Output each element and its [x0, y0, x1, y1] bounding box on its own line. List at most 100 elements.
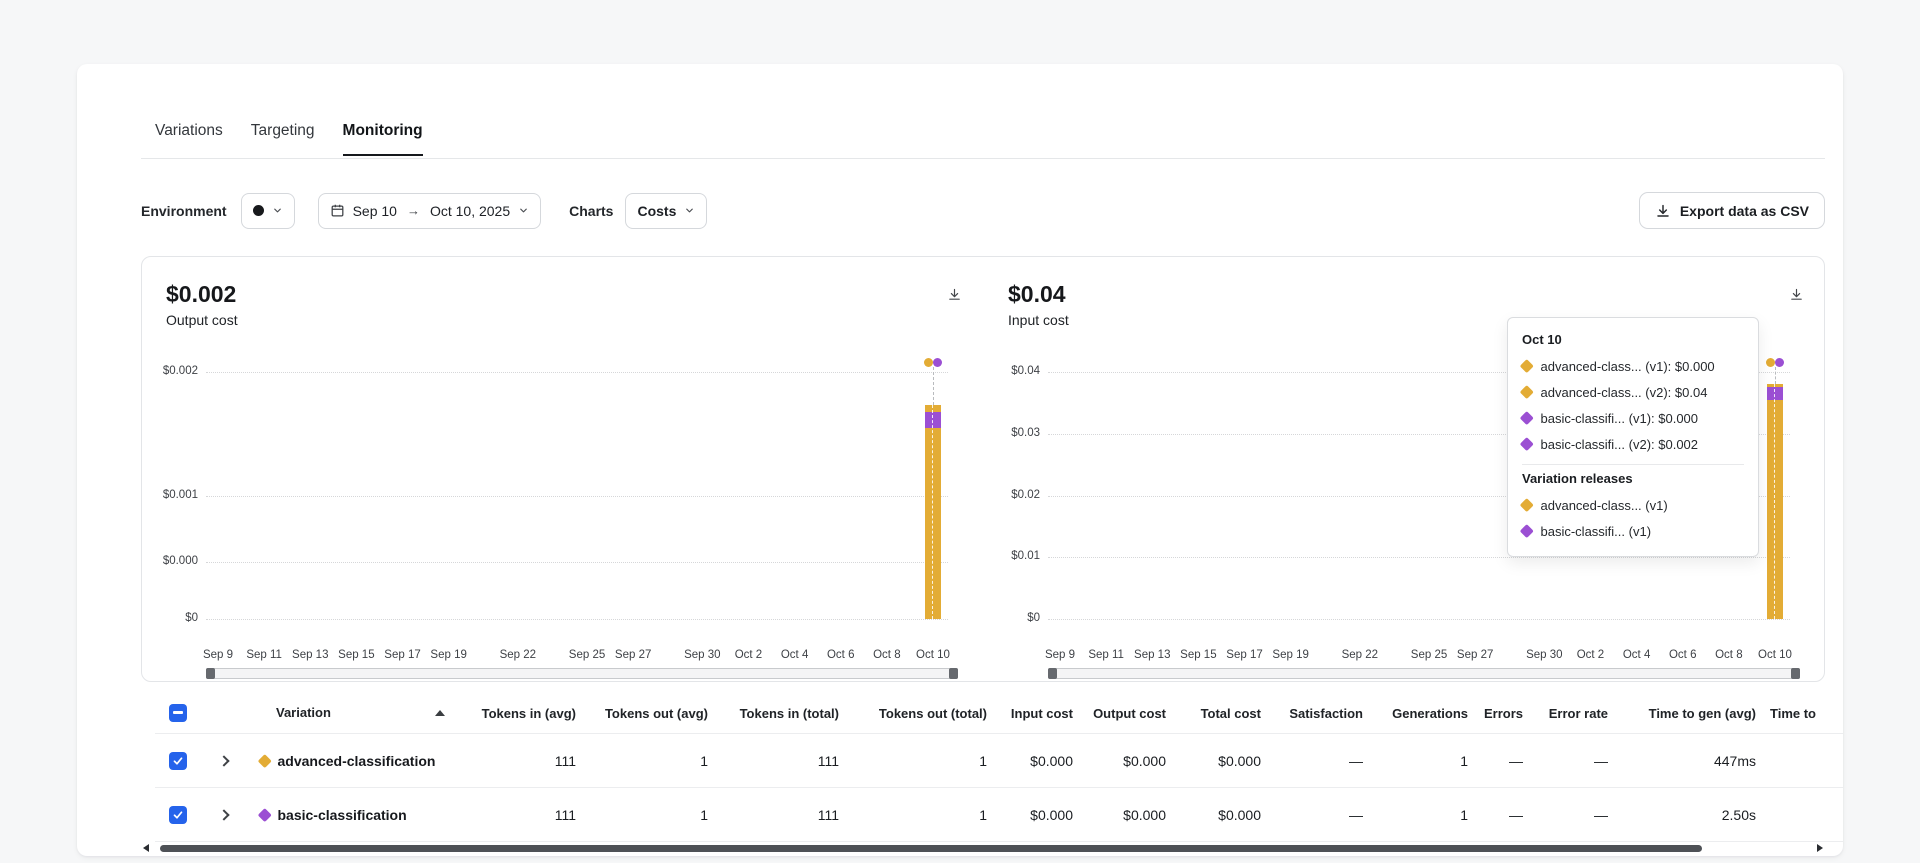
chevron-right-icon[interactable]	[218, 755, 229, 766]
value-cell: —	[1523, 807, 1608, 823]
y-axis-label: $0.01	[984, 550, 1040, 562]
date-range-picker[interactable]: Sep 10 → Oct 10, 2025	[318, 193, 542, 229]
cell-value: 1	[1460, 753, 1468, 769]
export-csv-button[interactable]: Export data as CSV	[1639, 192, 1825, 229]
check-icon	[172, 755, 184, 767]
bar-segment[interactable]	[925, 405, 941, 411]
export-csv-label: Export data as CSV	[1680, 203, 1809, 219]
y-axis-label: $0.000	[142, 555, 198, 567]
charts-metric-value: Costs	[637, 203, 676, 219]
y-axis-label: $0.002	[142, 365, 198, 377]
value-cell: 111	[457, 807, 576, 823]
gridline	[206, 496, 948, 497]
column-header-label: Input cost	[1011, 706, 1073, 721]
release-marker-line	[933, 367, 934, 405]
variation-name-cell: advanced-classification	[247, 753, 457, 769]
value-cell: 111	[708, 753, 839, 769]
variations-table: VariationTokens in (avg)Tokens out (avg)…	[155, 692, 1843, 842]
x-axis-label: Oct 8	[1715, 649, 1742, 661]
charts-metric-select[interactable]: Costs	[625, 193, 707, 229]
gridline	[206, 372, 948, 373]
cell-value: $0.000	[1030, 807, 1073, 823]
tabs-divider	[141, 158, 1825, 159]
chart-range-scrollbar[interactable]	[206, 668, 958, 679]
cell-value: —	[1349, 753, 1363, 769]
column-header-label: Time to	[1770, 706, 1816, 721]
chart-range-scrollbar[interactable]	[1048, 668, 1800, 679]
column-header-label: Tokens out (avg)	[605, 706, 708, 721]
value-cell: —	[1261, 753, 1363, 769]
flag-monitoring-card: Variations Targeting Monitoring Environmen…	[77, 64, 1843, 856]
sort-ascending-icon[interactable]	[435, 710, 445, 716]
x-axis-label: Sep 25	[569, 649, 605, 661]
scrollbar-thumb[interactable]	[160, 845, 1702, 852]
date-range-start: Sep 10	[353, 203, 397, 219]
cell-value: 447ms	[1714, 753, 1756, 769]
tooltip-series-row: basic-classifi... (v2): $0.002	[1522, 431, 1744, 457]
tooltip-divider	[1522, 464, 1744, 465]
table-horizontal-scrollbar[interactable]	[141, 844, 1825, 854]
gridline	[206, 562, 948, 563]
value-cell: $0.000	[1166, 753, 1261, 769]
y-axis-label: $0.001	[142, 489, 198, 501]
environment-select[interactable]	[241, 193, 295, 229]
scroll-left-arrow-icon[interactable]	[143, 844, 149, 852]
x-axis-label: Oct 8	[873, 649, 900, 661]
select-all-checkbox[interactable]	[169, 704, 187, 722]
release-marker-line	[1774, 384, 1775, 619]
tooltip-label: basic-classifi... (v1): $0.000	[1541, 411, 1699, 426]
table-row[interactable]: basic-classification11111111$0.000$0.000…	[155, 788, 1843, 842]
cell-value: 111	[818, 753, 839, 769]
y-axis-label: $0	[984, 612, 1040, 624]
scroll-right-arrow-icon[interactable]	[1817, 844, 1823, 852]
chevron-down-icon	[272, 205, 283, 216]
tab-targeting[interactable]: Targeting	[251, 122, 315, 156]
x-axis-label: Sep 11	[246, 649, 282, 661]
bar-segment[interactable]	[1767, 387, 1783, 399]
x-axis-label: Sep 9	[1045, 649, 1075, 661]
environment-label: Environment	[141, 203, 227, 219]
column-header-label: Errors	[1484, 706, 1523, 721]
bar-segment[interactable]	[925, 412, 941, 428]
row-checkbox[interactable]	[169, 806, 187, 824]
x-axis-label: Oct 6	[1669, 649, 1696, 661]
release-marker-dot[interactable]	[1766, 358, 1775, 367]
cell-value: —	[1509, 753, 1523, 769]
column-header-cell: Error rate	[1523, 705, 1608, 721]
variation-diamond-icon	[1520, 359, 1533, 372]
variation-diamond-icon	[258, 808, 271, 821]
x-axis-label: Oct 2	[735, 649, 762, 661]
brush-handle-left[interactable]	[206, 668, 215, 679]
tooltip-label: basic-classifi... (v1)	[1541, 524, 1652, 539]
tooltip-series-list: advanced-class... (v1): $0.000advanced-c…	[1522, 353, 1744, 457]
x-axis-label: Oct 4	[1623, 649, 1650, 661]
filter-toolbar: Environment Sep 10 → Oct 10, 2025 Charts…	[141, 192, 1825, 229]
row-checkbox[interactable]	[169, 752, 187, 770]
chevron-right-icon[interactable]	[218, 809, 229, 820]
cell-value: 111	[555, 753, 576, 769]
release-marker-dot[interactable]	[1775, 358, 1784, 367]
check-icon	[172, 809, 184, 821]
value-cell: $0.000	[1073, 753, 1166, 769]
value-cell: 111	[457, 753, 576, 769]
brush-handle-right[interactable]	[949, 668, 958, 679]
value-cell: 1	[576, 807, 708, 823]
release-marker-dot[interactable]	[924, 358, 933, 367]
calendar-icon	[330, 203, 345, 218]
variation-diamond-icon	[1520, 437, 1533, 450]
release-marker-line	[1775, 367, 1776, 384]
tab-monitoring[interactable]: Monitoring	[343, 122, 423, 156]
tooltip-series-row: basic-classifi... (v1): $0.000	[1522, 405, 1744, 431]
brush-handle-right[interactable]	[1791, 668, 1800, 679]
x-axis-label: Oct 10	[1758, 649, 1792, 661]
brush-handle-left[interactable]	[1048, 668, 1057, 679]
tab-variations[interactable]: Variations	[155, 122, 223, 156]
bar-segment[interactable]	[1767, 384, 1783, 387]
x-axis-label: Sep 13	[1134, 649, 1170, 661]
table-row[interactable]: advanced-classification11111111$0.000$0.…	[155, 734, 1843, 788]
bar-segment[interactable]	[1767, 400, 1783, 619]
x-axis-label: Sep 9	[203, 649, 233, 661]
value-cell: —	[1468, 807, 1523, 823]
bar-segment[interactable]	[925, 428, 941, 619]
release-marker-dot[interactable]	[933, 358, 942, 367]
